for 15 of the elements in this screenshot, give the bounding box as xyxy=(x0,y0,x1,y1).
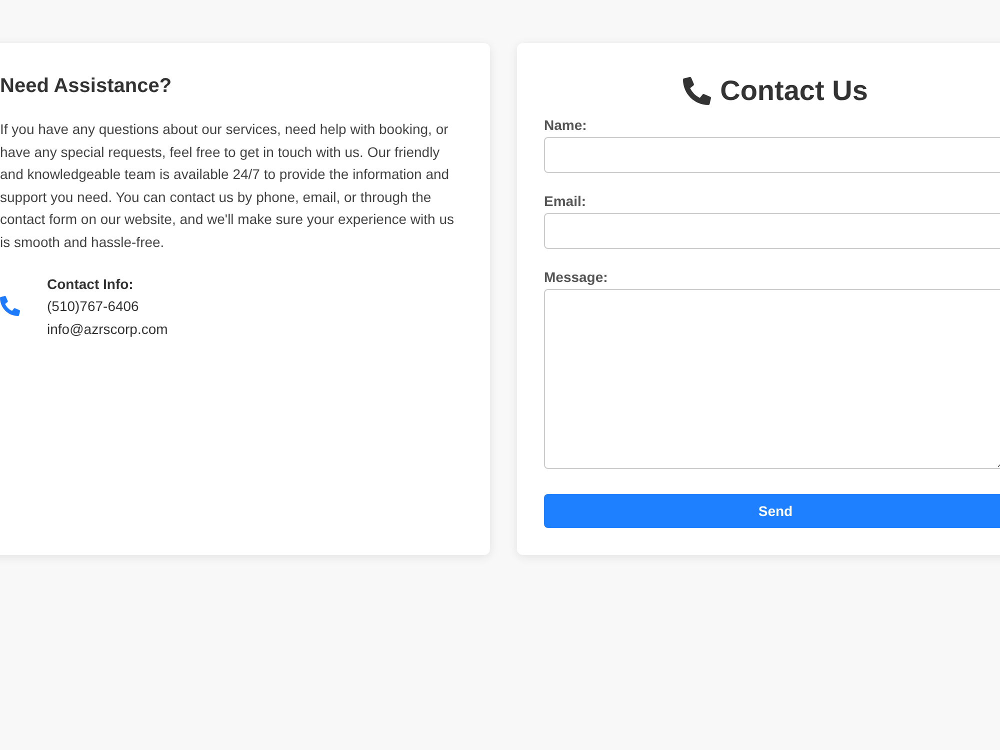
phone-icon xyxy=(683,77,712,105)
info-heading: Need Assistance? xyxy=(0,74,173,98)
info-paragraph: If you have any questions about our services, need help with booking, or have any special requests, feel free to get in touch with us. Our friendly and knowledgeable team is available 24/7 to provide the information and support you need. You can contact us by phone, email, or through the contact form on our website, and we'll make sure your experience with us is smooth and hassle-free. xyxy=(0,120,456,252)
contact-info-label: Contact Info: xyxy=(47,274,134,294)
form-title: Contact Us xyxy=(720,74,868,108)
send-button[interactable]: Send xyxy=(544,494,1000,528)
message-textarea[interactable] xyxy=(544,289,1000,469)
field-label: Email: xyxy=(544,193,588,209)
phone-icon xyxy=(0,296,20,316)
phone-number: (510)767-6406 xyxy=(47,297,140,316)
field-label: Name: xyxy=(544,117,588,133)
email-address: info@azrscorp.com xyxy=(47,320,168,339)
field-label: Message: xyxy=(544,269,609,285)
text-input-field[interactable] xyxy=(544,137,1000,173)
text-input-field[interactable] xyxy=(544,213,1000,249)
